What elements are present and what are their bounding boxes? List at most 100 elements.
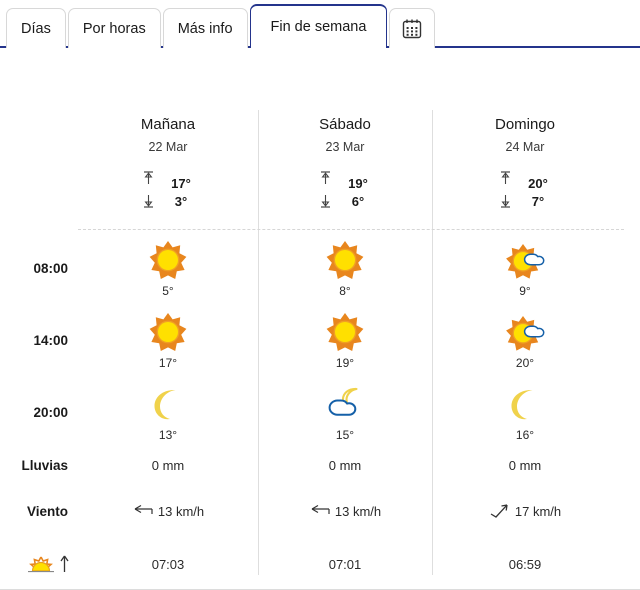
wind-cell: 17 km/h [432,490,618,532]
min-temp-icon [499,194,512,214]
wind-direction-northeast-icon [489,503,511,519]
wind-cell: 13 km/h [258,490,432,532]
wind-speed: 17 km/h [514,503,562,519]
max-temp: 20° [528,175,548,191]
cell-temp: 20° [515,356,535,370]
forecast-cell: 19° [258,304,432,376]
partly-cloudy-day-icon [503,310,547,354]
sunset-row: 19:17 19:18 19:19 [0,586,640,590]
forecast-board: Mañana 22 Mar 17° 3° Sábado 23 Mar 19° 6… [0,48,640,590]
clear-night-icon [146,382,190,426]
forecast-cell: 15° [258,376,432,448]
row-label-1400: 14:00 [33,332,68,348]
day-header-sabado: Sábado 23 Mar 19° 6° [258,114,432,214]
partly-cloudy-day-icon [503,238,547,282]
tab-dias[interactable]: Días [6,8,66,48]
rain-cell: 0 mm [432,444,618,486]
forecast-cell: 8° [258,232,432,304]
sunrise-arrow-icon [59,554,70,574]
day-header-manana: Mañana 22 Mar 17° 3° [78,114,258,214]
cell-temp: 9° [519,284,531,298]
tab-label: Días [21,20,51,37]
forecast-cell: 20° [432,304,618,376]
tab-por-horas[interactable]: Por horas [67,8,161,48]
rain-cell: 0 mm [258,444,432,486]
sunset-cell: 19:19 [432,586,618,590]
row-label-0800: 08:00 [33,260,68,276]
rain-value: 0 mm [508,457,542,473]
forecast-row-2000: 20:00 13° 15° 16° [0,376,640,448]
sunny-icon [146,238,190,282]
tab-bar: Días Por horas Más info Fin de semana [0,0,640,48]
rain-value: 0 mm [328,457,362,473]
cell-temp: 13° [158,428,178,442]
forecast-cell: 16° [432,376,618,448]
calendar-icon [402,18,422,39]
rain-cell: 0 mm [78,444,258,486]
wind-direction-west-icon [309,503,331,519]
day-name: Mañana [140,116,196,133]
min-temp: 6° [351,193,365,209]
minmax-values: 17° 3° [168,176,194,209]
forecast-row-0800: 08:00 5° 8° 9° [0,232,640,304]
sunny-icon [323,238,367,282]
max-temp: 17° [171,175,191,191]
minmax-icons [142,170,155,214]
cell-temp: 8° [339,284,351,298]
minmax-values: 19° 6° [345,176,371,209]
day-header-row: Mañana 22 Mar 17° 3° Sábado 23 Mar 19° 6… [0,114,640,224]
forecast-cell: 9° [432,232,618,304]
row-label-2000: 20:00 [33,404,68,420]
row-label-sunrise [0,542,78,586]
min-temp-icon [319,194,332,214]
cell-temp: 16° [515,428,535,442]
max-temp-icon [142,170,155,190]
day-date: 24 Mar [505,140,545,154]
sunny-icon [146,310,190,354]
max-temp-icon [499,170,512,190]
row-label-sunset [0,586,78,590]
forecast-cell: 5° [78,232,258,304]
rain-row: Lluvias 0 mm 0 mm 0 mm [0,444,640,486]
sunrise-cell: 06:59 [432,542,618,586]
cell-temp: 5° [162,284,174,298]
cell-temp: 19° [335,356,355,370]
minmax-values: 20° 7° [525,176,551,209]
sunrise-time: 07:03 [151,556,185,572]
wind-speed: 13 km/h [157,503,205,519]
forecast-cell: 17° [78,304,258,376]
day-name: Sábado [319,116,371,133]
min-temp: 7° [531,193,545,209]
wind-speed: 13 km/h [334,503,382,519]
max-temp: 19° [348,175,368,191]
minmax-icons [499,170,512,214]
tab-fin-de-semana[interactable]: Fin de semana [249,4,388,48]
header-separator [78,229,624,230]
wind-direction-west-icon [132,503,154,519]
forecast-row-1400: 14:00 17° 19° 20° [0,304,640,376]
minmax-block: 17° 3° [142,170,194,214]
wind-cell: 13 km/h [78,490,258,532]
day-header-domingo: Domingo 24 Mar 20° 7° [432,114,618,214]
sunrise-time: 06:59 [508,556,542,572]
sunrise-time: 07:01 [328,556,362,572]
day-date: 23 Mar [325,140,365,154]
row-label-viento: Viento [26,503,68,519]
row-label-lluvias: Lluvias [21,457,68,473]
min-temp: 3° [174,193,188,209]
cell-temp: 15° [335,428,355,442]
minmax-block: 19° 6° [319,170,371,214]
rain-value: 0 mm [151,457,185,473]
tab-calendar[interactable] [389,8,436,48]
sunny-icon [323,310,367,354]
wind-row: Viento 13 km/h 13 km/h 17 km/h [0,490,640,532]
sunrise-row: 07:03 07:01 06:59 [0,542,640,586]
tab-label: Más info [177,20,233,37]
sunrise-icon [26,553,56,575]
tab-mas-info[interactable]: Más info [162,8,248,48]
max-temp-icon [319,170,332,190]
tab-label: Fin de semana [270,19,367,35]
sunrise-cell: 07:03 [78,542,258,586]
cell-temp: 17° [158,356,178,370]
sunset-cell: 19:17 [78,586,258,590]
